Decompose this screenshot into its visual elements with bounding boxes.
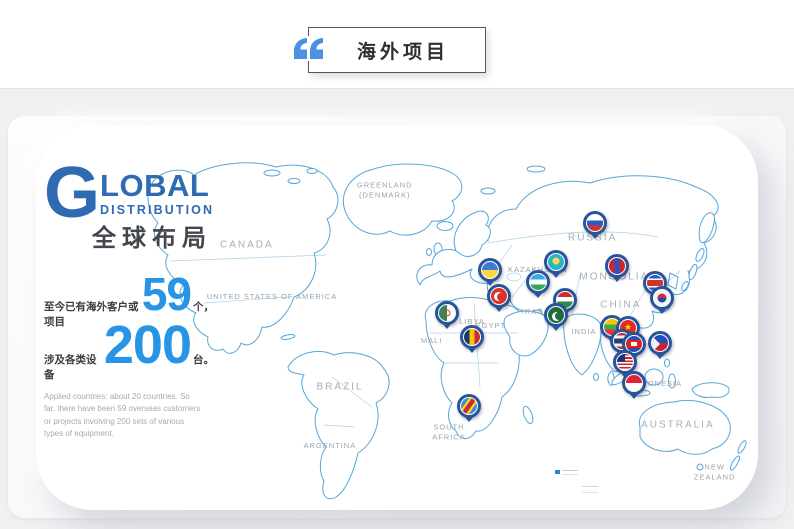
map-pin-algeria (435, 301, 459, 325)
page: 海外项目 (0, 0, 794, 529)
philippines-flag-icon (652, 335, 668, 351)
map-pin-russia (583, 211, 607, 235)
map-scale-mark-2 (582, 486, 598, 493)
logo-distribution: DISTRIBUTION (100, 203, 214, 217)
map-pin-philippines (648, 331, 672, 355)
map-pin-mongolia (605, 254, 629, 278)
stat2-value: 200 (104, 321, 191, 371)
dr-congo-flag-icon (461, 398, 477, 414)
pakistan-flag-icon (548, 307, 564, 323)
map-pin-dr-congo (457, 394, 481, 418)
stat1-unit: 个， (193, 299, 214, 314)
map-pin-kazakhstan (544, 250, 568, 274)
stats-description-en: Applied countries: about 20 countries. S… (44, 391, 202, 441)
map-pin-uzbekistan (526, 270, 550, 294)
uzbekistan-flag-icon (530, 274, 546, 290)
turkey-flag-icon (491, 288, 507, 304)
map-pin-south-korea (650, 286, 674, 310)
map-pin-turkey (487, 284, 511, 308)
map-scale-mark (555, 470, 578, 475)
indonesia-flag-icon (626, 375, 642, 391)
section-header-band: 海外项目 (0, 0, 794, 89)
kazakhstan-flag-icon (548, 254, 564, 270)
map-pin-pakistan (544, 303, 568, 327)
ukraine-flag-icon (482, 262, 498, 278)
stat2-unit: 台。 (193, 352, 214, 367)
south-korea-flag-icon (654, 290, 670, 306)
logo-letter-g: G (44, 165, 98, 221)
stats-block: 至今已有海外客户或项目 59 个， 涉及各类设备 200 台。 Applied … (44, 273, 214, 441)
map-pin-ukraine (478, 258, 502, 282)
stat1-value: 59 (142, 273, 191, 315)
section-title: 海外项目 (345, 37, 449, 64)
stat2-prefix: 涉及各类设备 (44, 352, 102, 382)
map-pin-chad (460, 325, 484, 349)
stat-line-2: 涉及各类设备 200 台。 (44, 321, 214, 382)
russia-flag-icon (587, 215, 603, 231)
world-map-panel: GREENLAND (DENMARK)CANADAUNITED STATES O… (36, 125, 758, 510)
algeria-flag-icon (439, 305, 455, 321)
global-distribution-logo: G LOBAL DISTRIBUTION 全球布局 (44, 165, 214, 253)
logo-subtitle-cn: 全球布局 (92, 218, 214, 253)
chad-flag-icon (464, 329, 480, 345)
map-card: GREENLAND (DENMARK)CANADAUNITED STATES O… (8, 116, 786, 518)
map-pin-indonesia (622, 371, 646, 395)
logo-lobal: LOBAL (100, 168, 209, 203)
double-quote-icon (291, 36, 327, 61)
malaysia-flag-icon (617, 354, 633, 370)
section-title-box: 海外项目 (308, 27, 486, 73)
mongolia-flag-icon (609, 258, 625, 274)
